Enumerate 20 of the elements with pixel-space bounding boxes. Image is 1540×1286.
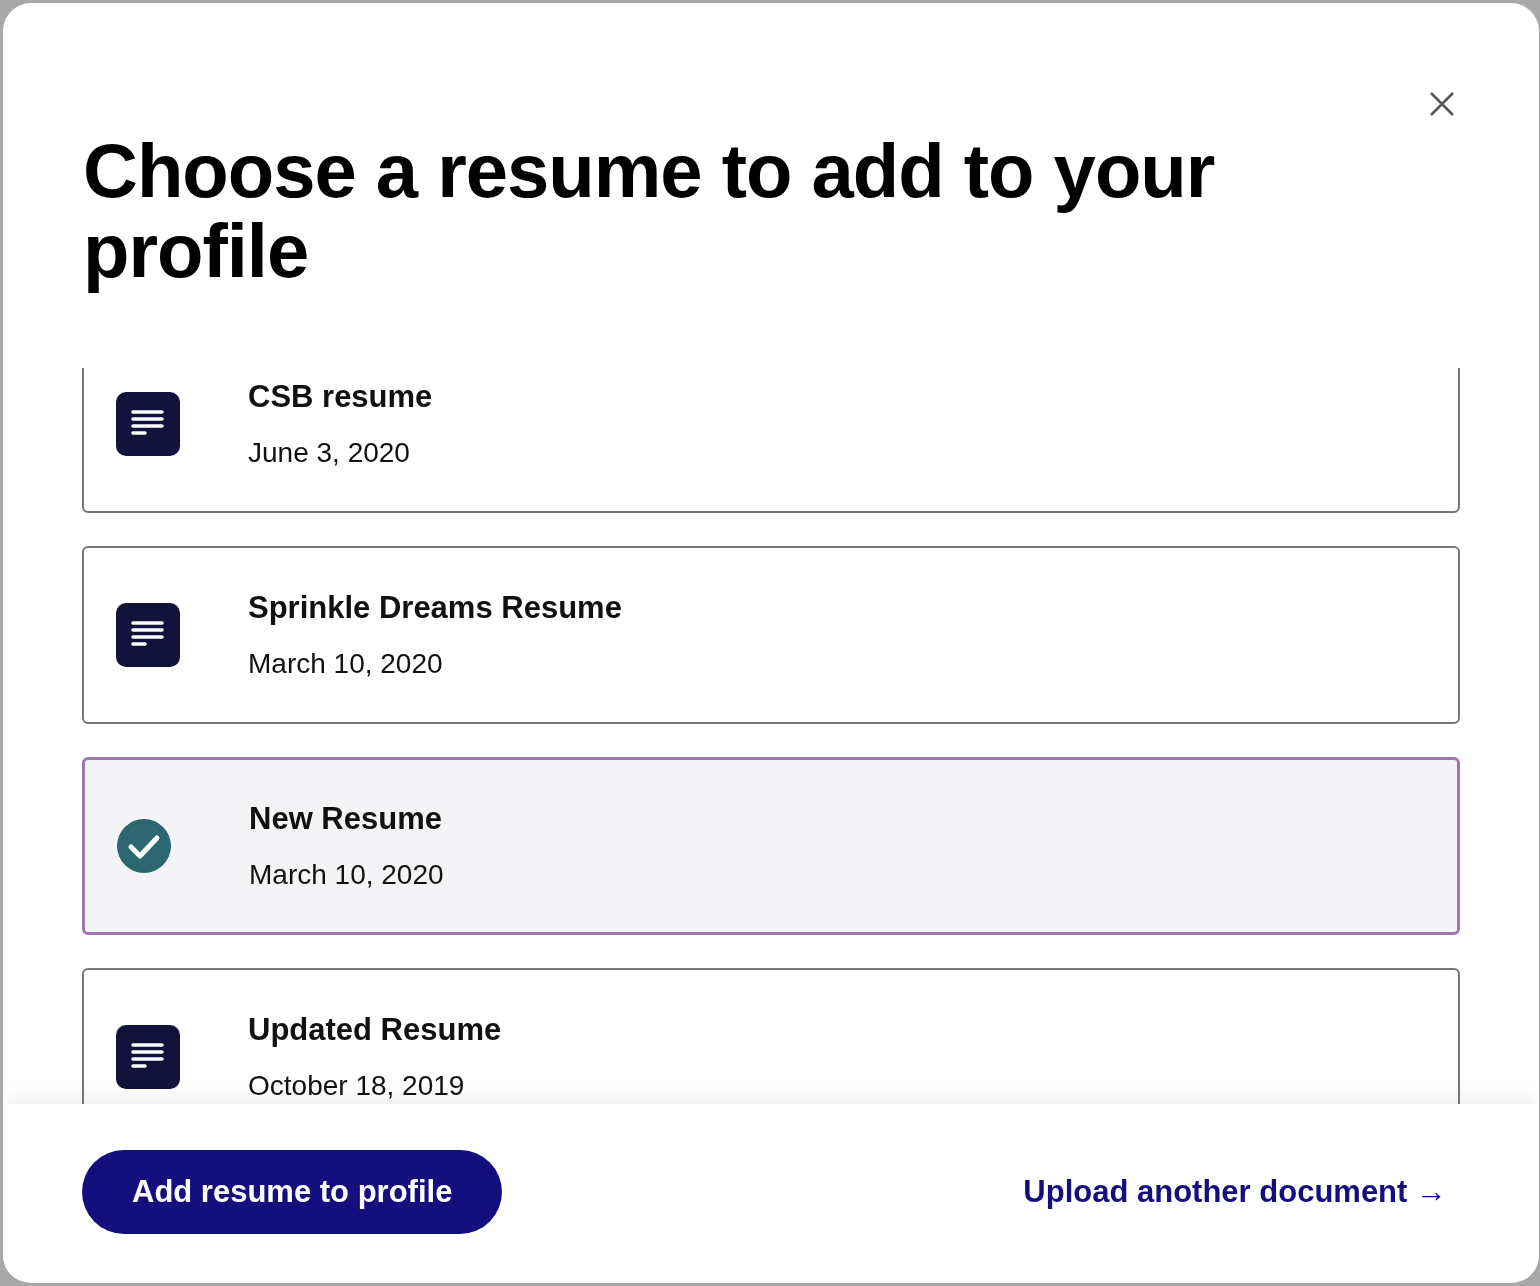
resume-option[interactable]: CSB resume June 3, 2020 [82,368,1460,513]
check-icon [117,819,171,873]
resume-name: CSB resume [248,379,433,415]
upload-link[interactable]: Upload another document → [1023,1174,1447,1210]
close-icon[interactable] [1429,91,1455,117]
document-icon [116,1025,180,1089]
resume-option[interactable]: New Resume March 10, 2020 [82,757,1460,935]
dialog-title: Choose a resume to add to your profile [83,131,1216,291]
resume-name: Updated Resume [248,1012,502,1048]
resume-date: March 10, 2020 [249,859,444,891]
document-icon [116,603,180,667]
document-icon [116,392,180,456]
resume-date: June 3, 2020 [248,437,411,469]
add-resume-button[interactable]: Add resume to profile [82,1150,503,1234]
resume-option[interactable]: Sprinkle Dreams Resume March 10, 2020 [82,546,1460,724]
resume-name: New Resume [249,801,443,837]
resume-date: October 18, 2019 [248,1070,466,1102]
resume-name: Sprinkle Dreams Resume [248,590,622,626]
resume-option[interactable]: Updated Resume October 18, 2019 [82,968,1460,1104]
resume-date: March 10, 2020 [248,648,444,680]
